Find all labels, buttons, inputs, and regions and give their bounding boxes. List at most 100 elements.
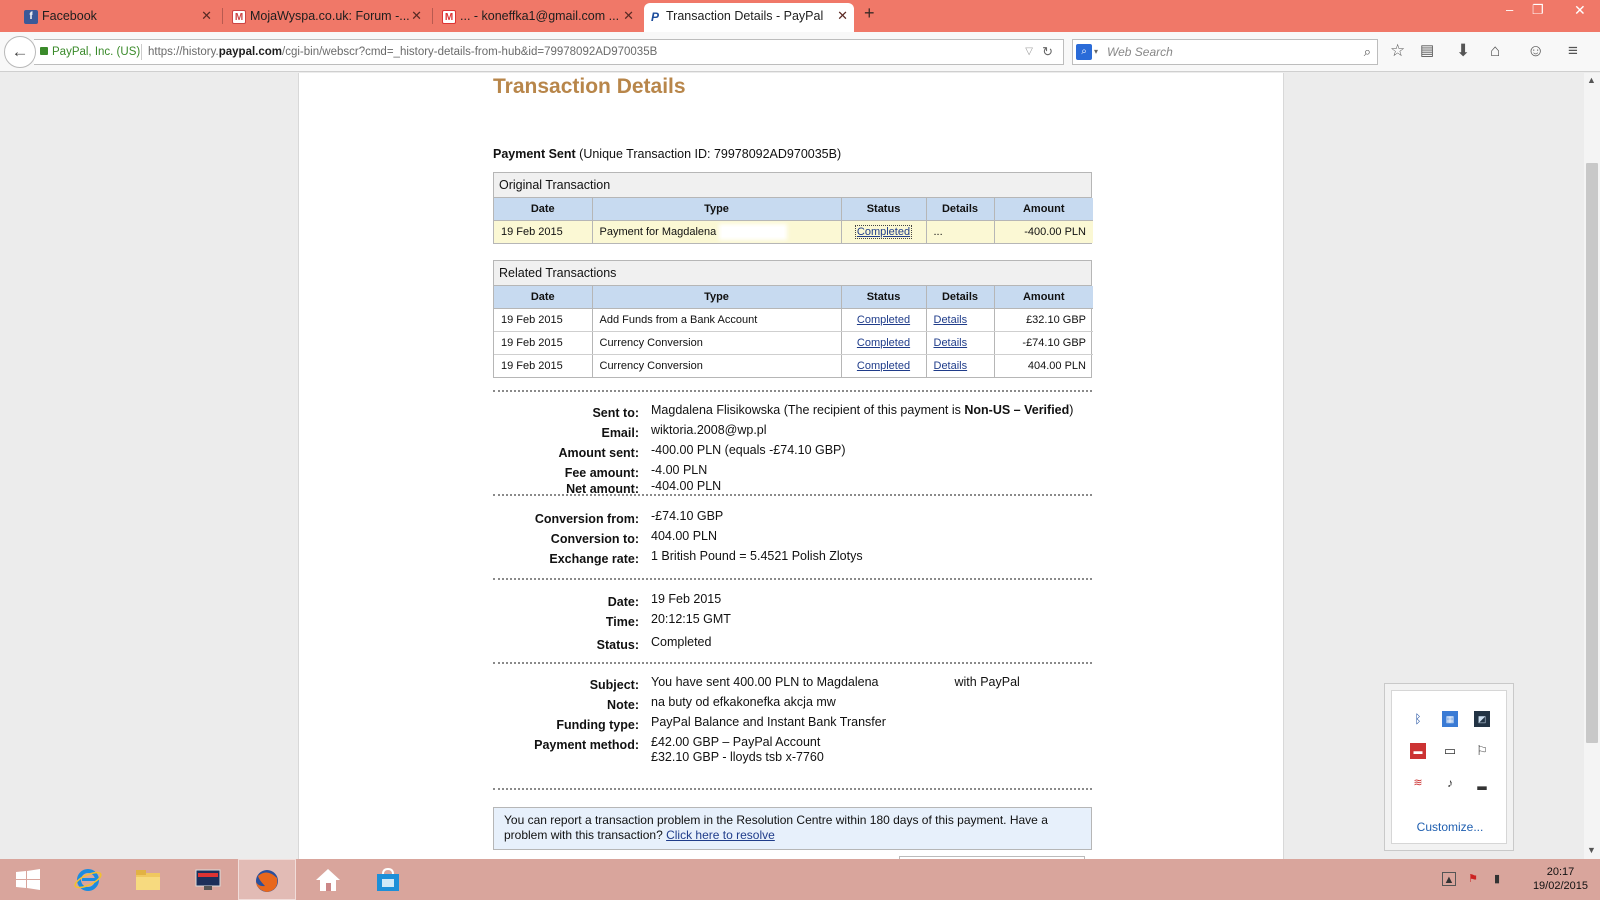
facebook-icon: f (24, 10, 38, 24)
menu-icon[interactable]: ≡ (1568, 41, 1578, 61)
amount-sent-label: Amount sent: (558, 446, 639, 460)
battery-icon[interactable]: ▮ (1490, 872, 1504, 886)
vertical-scrollbar[interactable]: ▲ ▼ (1584, 73, 1600, 859)
close-tab-icon[interactable]: ✕ (623, 3, 634, 29)
system-clock[interactable]: 20:17 19/02/2015 (1533, 865, 1588, 893)
resolve-link[interactable]: Click here to resolve (666, 828, 775, 842)
site-identity[interactable]: PayPal, Inc. (US) (40, 40, 140, 64)
close-tab-icon[interactable]: ✕ (411, 3, 422, 29)
home-icon[interactable]: ⌂ (1490, 41, 1500, 61)
tab-facebook[interactable]: f Facebook ✕ (20, 3, 218, 32)
details-link[interactable]: Details (934, 314, 968, 326)
status-link[interactable]: Completed (857, 314, 910, 326)
table-header-row: Date Type Status Details Amount (494, 286, 1093, 309)
monitor-icon[interactable]: ▭ (1442, 743, 1458, 759)
subject-row: Subject: You have sent 400.00 PLN to Mag… (493, 675, 1113, 695)
taskbar-home-app[interactable] (300, 859, 358, 900)
minimize-icon[interactable]: – (1506, 2, 1513, 17)
chat-icon[interactable]: ☺ (1527, 41, 1544, 61)
tab-label: ... - koneffka1@gmail.com ... (460, 9, 620, 23)
url-bar[interactable]: PayPal, Inc. (US) https://history.paypal… (34, 39, 1064, 65)
clock-time: 20:17 (1546, 866, 1575, 878)
row-type: Currency Conversion (592, 331, 842, 355)
row-amount: -400.00 PLN (994, 220, 1093, 243)
signal-strength-icon[interactable]: ▂ (1474, 775, 1490, 791)
row-details: ... (926, 220, 995, 243)
page-viewport: Transaction Details Payment Sent (Unique… (0, 73, 1584, 859)
dotted-divider (493, 390, 1092, 392)
tab-separator (222, 8, 223, 24)
status-link[interactable]: Completed (857, 360, 910, 372)
taskbar-store[interactable] (360, 859, 418, 900)
url-host: paypal.com (218, 46, 283, 58)
customize-link[interactable]: Customize... (1392, 820, 1508, 834)
transaction-id: (Unique Transaction ID: 79978092AD970035… (579, 147, 842, 161)
action-center-flag-icon[interactable]: ⚐ (1474, 743, 1490, 759)
tab-label: Transaction Details - PayPal (666, 9, 824, 23)
bluetooth-icon[interactable]: ᛒ (1410, 711, 1426, 727)
start-button[interactable] (0, 859, 58, 900)
bookmarks-list-icon[interactable]: ▤ (1420, 41, 1434, 59)
row-status: Completed (841, 308, 927, 332)
net-amount-row: Net amount: -404.00 PLN (493, 479, 1113, 499)
row-date: 19 Feb 2015 (494, 220, 593, 243)
show-hidden-icons-icon[interactable]: ▲ (1442, 872, 1456, 886)
conversion-from-label: Conversion from: (534, 512, 639, 526)
search-box[interactable]: ⌕ ▾ Web Search ⌕ (1072, 39, 1378, 65)
security-icon[interactable]: ▬ (1410, 743, 1426, 759)
back-button[interactable]: ← (4, 36, 36, 68)
column-header: Date (494, 286, 593, 309)
search-engine-icon[interactable]: ⌕ (1076, 44, 1092, 60)
tab-mojawyspa[interactable]: M MojaWyspa.co.uk: Forum -... ✕ (228, 3, 428, 32)
taskbar-firefox[interactable] (238, 859, 296, 900)
antivirus-icon[interactable]: ≋ (1410, 775, 1426, 791)
status-link[interactable]: Completed (857, 337, 910, 349)
related-transactions-table: Related Transactions Date Type Status De… (493, 260, 1093, 378)
email-label: Email: (601, 426, 639, 440)
scrollbar-thumb[interactable] (1586, 163, 1598, 743)
taskbar-file-explorer[interactable] (120, 859, 178, 900)
row-date: 19 Feb 2015 (494, 308, 593, 332)
close-tab-icon[interactable]: ✕ (201, 3, 212, 29)
net-amount-value: -404.00 PLN (651, 479, 722, 493)
conversion-from-value: -£74.10 GBP (651, 509, 724, 523)
tab-gmail[interactable]: M ... - koneffka1@gmail.com ... ✕ (438, 3, 640, 32)
row-type: Currency Conversion (592, 354, 842, 377)
tab-paypal[interactable]: P Transaction Details - PayPal ✕ (644, 3, 854, 32)
taskbar-internet-explorer[interactable] (60, 859, 118, 900)
recipient-note: (The recipient of this payment is (783, 403, 961, 417)
new-tab-button[interactable]: + (864, 3, 875, 24)
dotted-divider (493, 788, 1092, 790)
network-manager-icon[interactable]: ▦ (1442, 711, 1458, 727)
payment-method-line: £42.00 GBP – PayPal Account (651, 735, 821, 749)
scroll-down-icon[interactable]: ▼ (1587, 845, 1596, 855)
display-icon[interactable]: ◩ (1474, 711, 1490, 727)
security-flag-icon[interactable]: ⚑ (1466, 872, 1480, 886)
row-type: Add Funds from a Bank Account (592, 308, 842, 332)
details-link[interactable]: Details (934, 360, 968, 372)
browser-tab-bar: f Facebook ✕ M MojaWyspa.co.uk: Forum -.… (0, 0, 1600, 32)
status-link[interactable]: Completed (854, 224, 913, 239)
volume-icon[interactable]: ♪ (1442, 775, 1458, 791)
subject-text: You have sent 400.00 PLN to Magdalena (651, 675, 879, 689)
restore-icon[interactable]: ❐ (1532, 2, 1544, 18)
taskbar-lenovo[interactable] (180, 859, 238, 900)
reload-icon[interactable]: ↻ (1042, 40, 1053, 64)
bookmark-star-icon[interactable]: ☆ (1390, 41, 1405, 61)
row-amount: £32.10 GBP (994, 308, 1093, 332)
details-link[interactable]: Details (934, 337, 968, 349)
engine-dropdown-icon[interactable]: ▾ (1094, 40, 1098, 64)
dotted-divider (493, 662, 1092, 664)
url-text[interactable]: https://history.paypal.com/cgi-bin/websc… (148, 40, 657, 64)
search-go-icon[interactable]: ⌕ (1364, 40, 1371, 64)
row-type: Payment for Magdalena (592, 220, 842, 243)
close-window-icon[interactable]: ✕ (1574, 2, 1586, 19)
close-tab-icon[interactable]: ✕ (837, 3, 848, 29)
home-app-icon (316, 869, 340, 891)
subject-text-end: with PayPal (954, 675, 1020, 689)
url-dropdown-icon[interactable]: ▽ (1025, 40, 1033, 64)
conversion-to-value: 404.00 PLN (651, 529, 718, 543)
scroll-up-icon[interactable]: ▲ (1587, 75, 1596, 85)
row-details: Details (926, 308, 995, 332)
download-icon[interactable]: ⬇ (1456, 41, 1470, 61)
